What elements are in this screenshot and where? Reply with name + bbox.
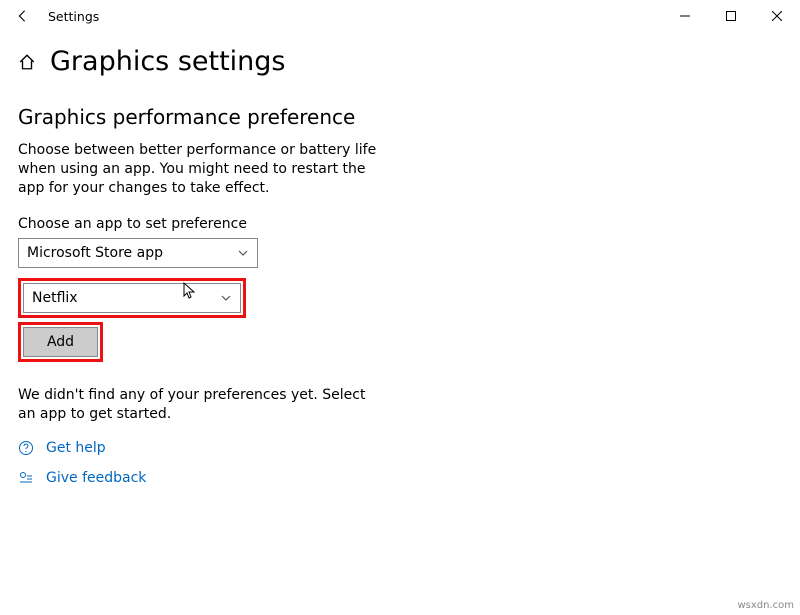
minimize-icon — [680, 11, 690, 21]
section-description: Choose between better performance or bat… — [18, 141, 378, 198]
window-controls — [662, 0, 800, 32]
section-heading: Graphics performance preference — [18, 105, 782, 129]
close-icon — [772, 11, 782, 21]
give-feedback-link[interactable]: Give feedback — [46, 470, 146, 486]
help-icon — [18, 440, 34, 456]
highlight-app-select: Netflix — [18, 278, 246, 318]
titlebar: Settings — [0, 0, 800, 32]
give-feedback-row: Give feedback — [18, 470, 146, 486]
app-type-dropdown[interactable]: Microsoft Store app — [18, 238, 258, 268]
add-button-label: Add — [47, 334, 74, 350]
maximize-icon — [726, 11, 736, 21]
highlight-add-button: Add — [18, 322, 103, 362]
chevron-down-icon — [220, 292, 232, 304]
page-header: Graphics settings — [18, 46, 782, 77]
app-type-label: Choose an app to set preference — [18, 216, 782, 232]
watermark: wsxdn.com — [737, 600, 794, 611]
content-area: Graphics settings Graphics performance p… — [0, 32, 800, 423]
empty-message: We didn't find any of your preferences y… — [18, 386, 378, 424]
back-button[interactable] — [12, 9, 32, 23]
window-title: Settings — [48, 9, 99, 24]
minimize-button[interactable] — [662, 0, 708, 32]
arrow-left-icon — [15, 9, 29, 23]
app-select-dropdown[interactable]: Netflix — [23, 283, 241, 313]
app-select-value: Netflix — [32, 290, 78, 306]
chevron-down-icon — [237, 247, 249, 259]
footer-links: Get help Give feedback — [18, 440, 146, 500]
maximize-button[interactable] — [708, 0, 754, 32]
app-type-value: Microsoft Store app — [27, 245, 163, 261]
home-icon[interactable] — [18, 53, 36, 71]
close-button[interactable] — [754, 0, 800, 32]
page-title: Graphics settings — [50, 46, 286, 77]
get-help-link[interactable]: Get help — [46, 440, 106, 456]
get-help-row: Get help — [18, 440, 146, 456]
add-button[interactable]: Add — [23, 327, 98, 357]
feedback-icon — [18, 470, 34, 486]
